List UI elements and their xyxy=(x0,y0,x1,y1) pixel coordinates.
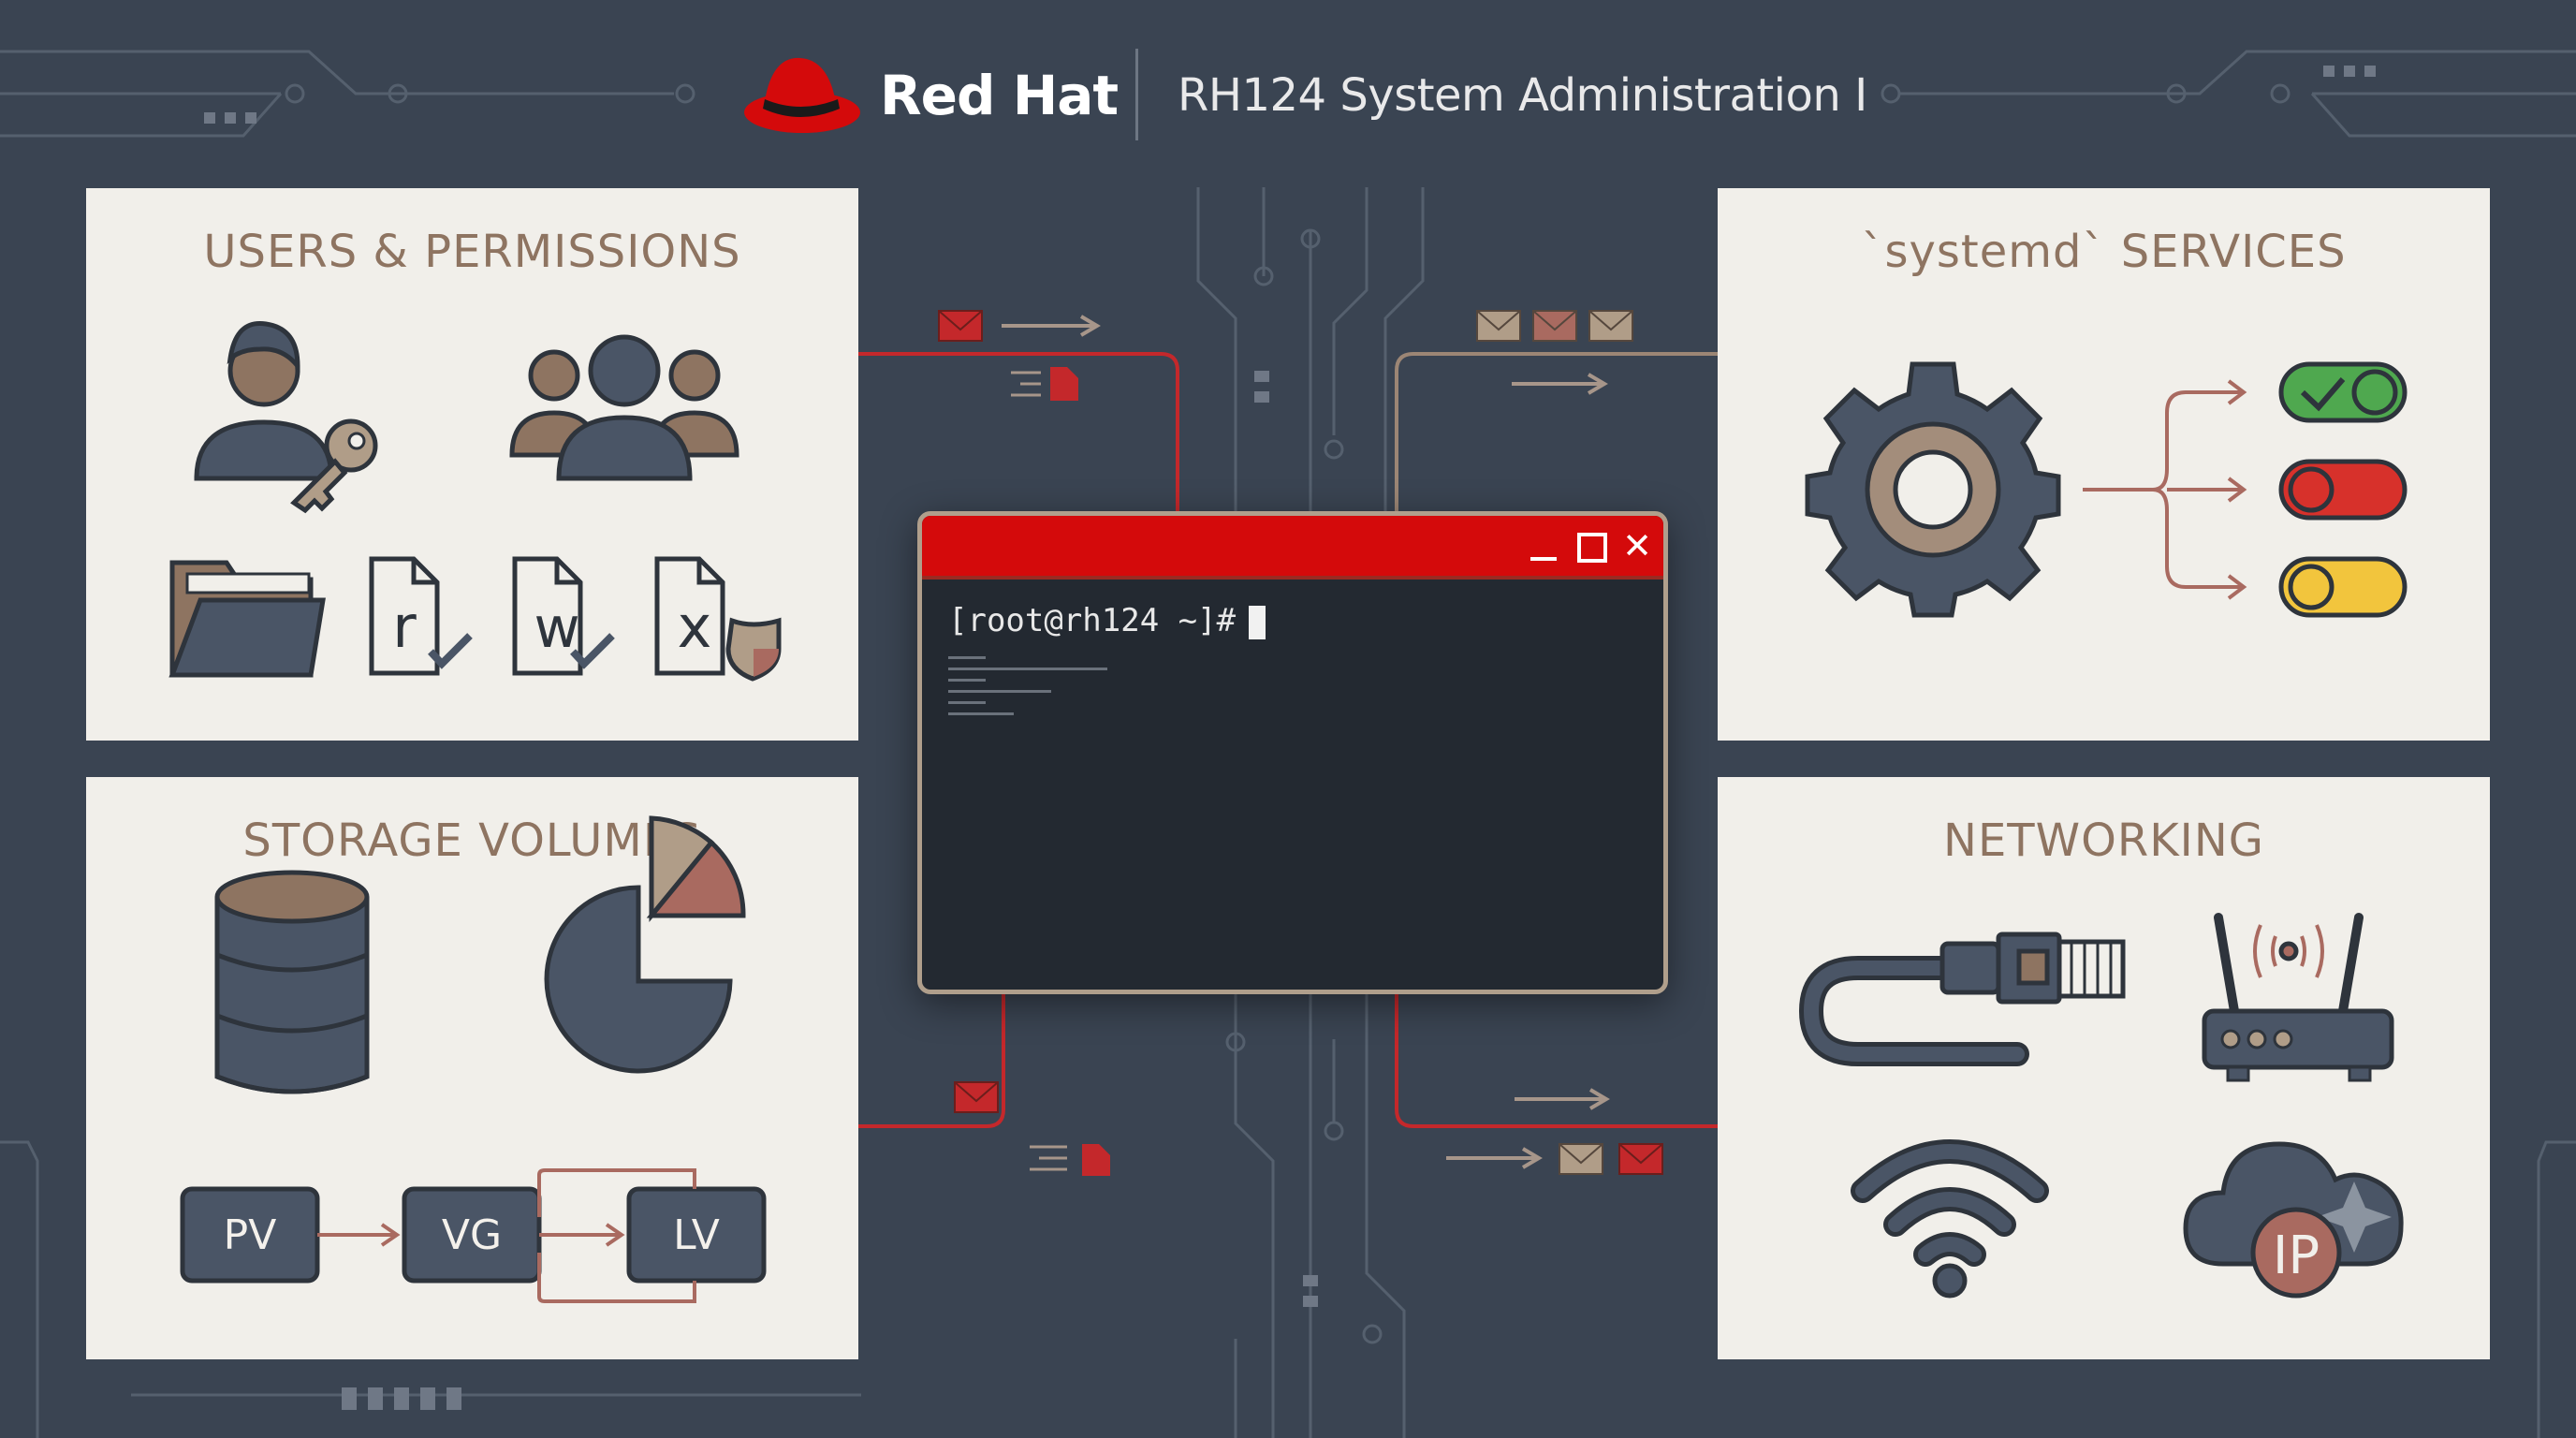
pv-block: PV xyxy=(183,1189,317,1281)
write-permission-icon: w xyxy=(512,556,615,676)
brand-name: Red Hat xyxy=(880,64,1119,127)
panel-systemd-services: `systemd` SERVICES xyxy=(1718,188,2490,741)
ethernet-cable-icon xyxy=(1798,932,2126,1066)
terminal-prompt-line[interactable]: [root@rh124 ~]# xyxy=(948,602,1266,639)
pv-label: PV xyxy=(223,1211,277,1259)
wifi-icon xyxy=(1851,1139,2049,1299)
red-hat-logo xyxy=(744,57,860,133)
lv-label: LV xyxy=(673,1211,720,1259)
perm-r-label: r xyxy=(392,593,417,661)
terminal-titlebar[interactable]: ✕ xyxy=(922,516,1663,580)
close-icon[interactable]: ✕ xyxy=(1613,521,1661,570)
pie-chart-icon xyxy=(544,815,746,1074)
vg-label: VG xyxy=(441,1211,503,1259)
terminal-prompt: [root@rh124 ~]# xyxy=(948,602,1237,639)
maximize-icon[interactable] xyxy=(1566,521,1615,570)
envelope-icon xyxy=(938,310,983,342)
router-icon xyxy=(2202,913,2394,1082)
perm-x-label: x xyxy=(678,593,712,661)
panel-networking: NETWORKING IP xyxy=(1718,777,2490,1359)
document-icon xyxy=(1050,367,1078,401)
toggle-on-icon xyxy=(2278,361,2408,423)
user-group-icon xyxy=(509,334,739,481)
toggle-off-icon xyxy=(2278,459,2408,521)
lv-block: LV xyxy=(629,1189,764,1281)
execute-permission-icon: x xyxy=(654,556,782,682)
user-key-icon xyxy=(194,320,378,514)
toggle-pending-icon xyxy=(2278,556,2408,618)
panel-storage-volumes: STORAGE VOLUMES PV VG LV xyxy=(86,777,858,1359)
networking-art: IP xyxy=(1798,913,2404,1299)
course-title: RH124 System Administration I xyxy=(1178,69,1867,122)
panel-users-permissions: USERS & PERMISSIONS r w x xyxy=(86,188,858,741)
terminal-history xyxy=(948,656,1135,715)
users-permissions-art: r w x xyxy=(168,320,782,682)
terminal-window[interactable]: ✕ [root@rh124 ~]# xyxy=(917,511,1668,994)
terminal-cursor xyxy=(1249,605,1266,639)
header-divider xyxy=(1135,49,1138,140)
services-art xyxy=(1805,361,2408,618)
gear-icon xyxy=(1805,361,2061,618)
read-permission-icon: r xyxy=(369,556,473,676)
minimize-icon[interactable] xyxy=(1519,521,1568,570)
folder-icon xyxy=(168,560,326,678)
ip-label: IP xyxy=(2273,1225,2320,1286)
perm-w-label: w xyxy=(534,595,579,661)
vg-block: VG xyxy=(404,1189,539,1281)
database-icon xyxy=(214,870,370,1094)
